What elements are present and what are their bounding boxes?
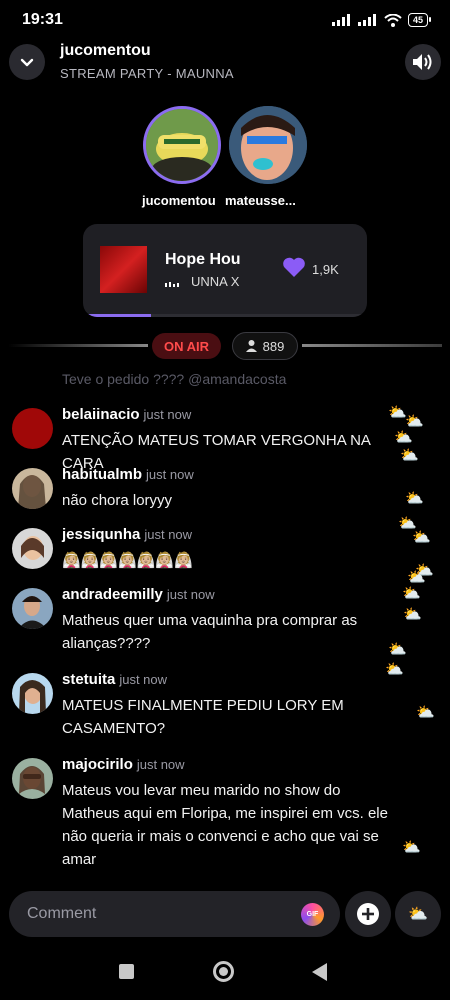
comment-composer: GIF (9, 891, 340, 937)
comment-time: just now (144, 527, 193, 542)
plus-icon (357, 903, 379, 925)
wifi-icon (384, 13, 402, 27)
comment-username[interactable]: majocirilo (62, 756, 133, 773)
comment-text: MATEUS FINALMENTE PEDIU LORY EM CASAMENT… (62, 697, 344, 737)
avatar[interactable] (12, 673, 53, 714)
playback-progress-fill (83, 314, 152, 317)
collapse-button[interactable] (9, 44, 45, 80)
participant-avatar[interactable] (143, 106, 221, 184)
avatar[interactable] (12, 468, 53, 509)
sun-cloud-icon: ⛅ (400, 447, 419, 464)
add-button[interactable] (345, 891, 391, 937)
divider (302, 344, 442, 347)
album-art (100, 246, 147, 293)
avatar[interactable] (12, 528, 53, 569)
comment-text: não chora loryyy (62, 492, 173, 509)
signal-icon (357, 14, 376, 26)
viewer-count[interactable]: 889 (232, 332, 298, 360)
system-nav-bar (0, 950, 450, 994)
like-count: 1,9K (312, 262, 339, 277)
comment-text: Mateus vou levar meu marido no show do M… (62, 782, 388, 868)
comment-time: just now (136, 757, 185, 772)
chevron-down-icon (20, 58, 34, 66)
nav-home-icon[interactable] (213, 961, 234, 982)
sun-cloud-icon: ⛅ (388, 404, 407, 421)
comment-time: just now (119, 672, 168, 687)
on-air-badge: ON AIR (152, 333, 221, 359)
comment-input[interactable] (27, 891, 287, 937)
volume-icon (413, 54, 432, 70)
person-icon (245, 340, 257, 352)
comment-username[interactable]: belaiinacio (62, 406, 140, 423)
heart-icon[interactable] (282, 256, 306, 278)
sun-cloud-icon: ⛅ (416, 704, 435, 721)
host-username[interactable]: jucomentou (60, 42, 151, 60)
comment-username[interactable]: andradeemilly (62, 586, 163, 603)
track-artist: UNNA X (191, 274, 240, 289)
volume-button[interactable] (405, 44, 441, 80)
battery-icon: 45 (407, 13, 432, 27)
status-icons: 45 (331, 13, 432, 27)
comment-time: just now (166, 587, 215, 602)
comment-text: Matheus quer uma vaquinha pra comprar as… (62, 612, 358, 652)
sun-cloud-icon: ⛅ (394, 429, 413, 446)
faded-comment: Teve o pedido ???? @amandacosta (62, 371, 287, 387)
viewer-count-value: 889 (262, 338, 285, 354)
nav-back-icon[interactable] (312, 963, 327, 981)
signal-icon (331, 14, 350, 26)
comment-username[interactable]: stetuita (62, 671, 115, 688)
divider (8, 344, 148, 347)
participant-name: jucomentou (142, 193, 216, 208)
participant-name: mateusse... (225, 193, 296, 208)
comment-time: just now (143, 407, 192, 422)
avatar[interactable] (12, 758, 53, 799)
sun-cloud-icon: ⛅ (402, 839, 421, 856)
gif-button[interactable]: GIF (301, 903, 324, 926)
sun-cloud-icon: ⛅ (388, 641, 407, 658)
sun-cloud-icon: ⛅ (405, 490, 424, 507)
nav-square-icon[interactable] (119, 964, 134, 979)
avatar[interactable] (12, 408, 53, 449)
equalizer-icon (165, 282, 179, 287)
sun-cloud-icon: ⛅ (402, 585, 421, 602)
comment-username[interactable]: jessiqunha (62, 526, 140, 543)
comment-time: just now (146, 467, 194, 482)
stream-subtitle: STREAM PARTY - MAUNNA (60, 66, 234, 81)
sun-cloud-icon: ⛅ (385, 661, 404, 678)
avatar[interactable] (12, 588, 53, 629)
status-time: 19:31 (22, 11, 63, 28)
sun-cloud-icon: ⛅ (408, 906, 428, 923)
status-bar: 19:31 45 (0, 0, 450, 40)
sun-cloud-icon: ⛅ (412, 529, 431, 546)
participant-avatar[interactable] (229, 106, 307, 184)
reaction-button[interactable]: ⛅ (395, 891, 441, 937)
comment-username[interactable]: habitualmb (62, 466, 142, 483)
sun-cloud-icon: ⛅ (403, 606, 422, 623)
track-title: Hope Hou (165, 251, 241, 268)
comment-text: 👰🏼👰🏼👰🏼👰🏼👰🏼👰🏼👰🏼 (62, 552, 193, 569)
playback-progress (83, 314, 367, 317)
stream-header: jucomentou STREAM PARTY - MAUNNA (0, 40, 450, 84)
